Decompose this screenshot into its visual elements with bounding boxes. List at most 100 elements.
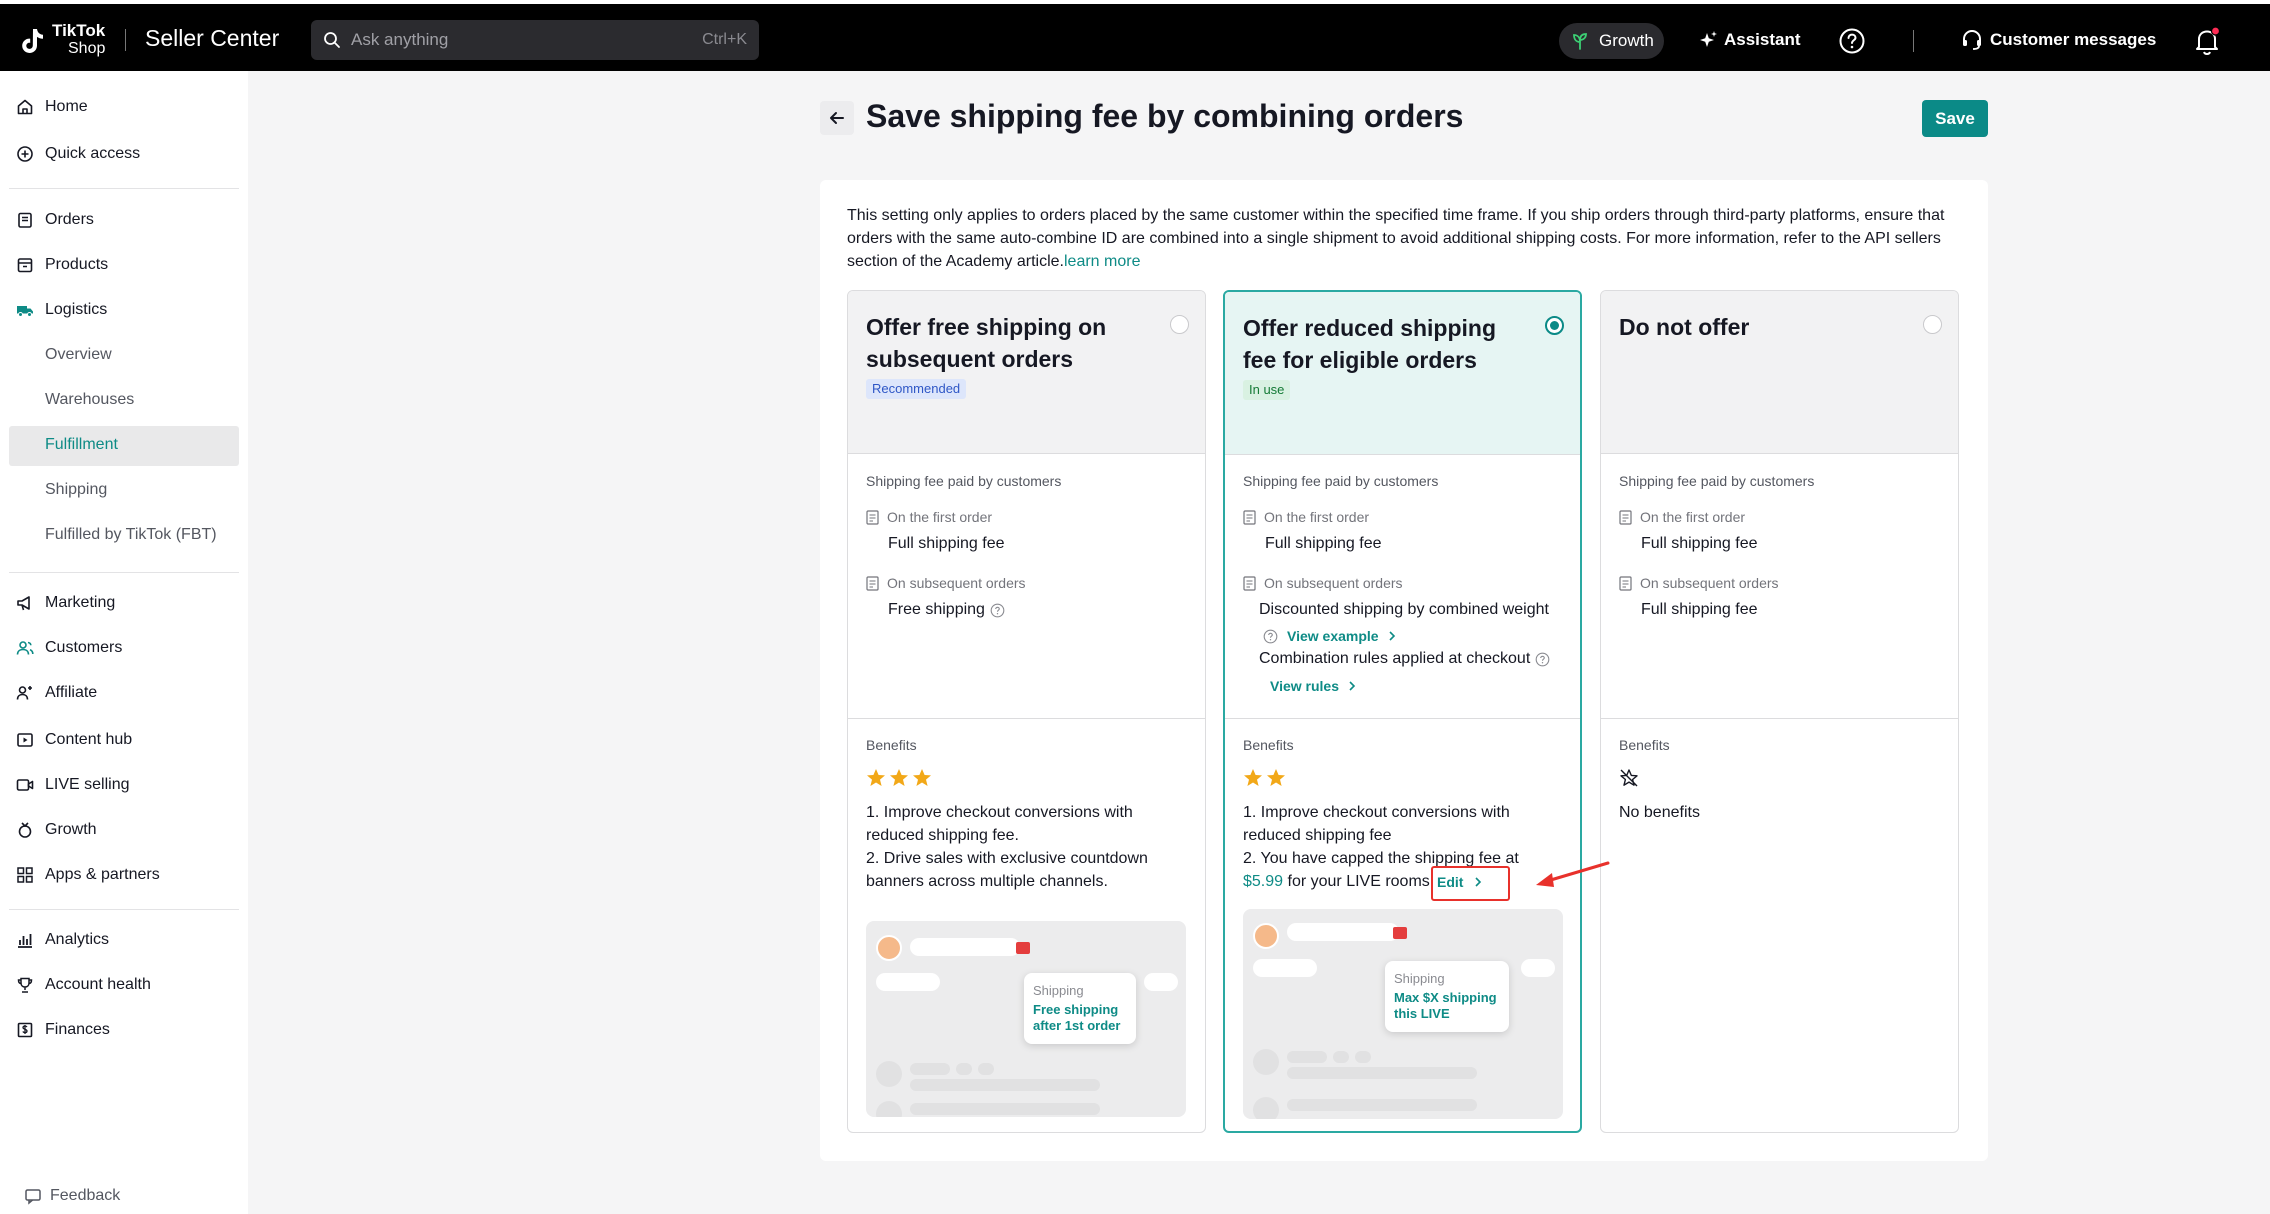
back-button[interactable] [820,101,854,135]
card-divider [848,718,1205,719]
benefit-1: 1. Improve checkout conversions with red… [866,804,1133,844]
help-icon[interactable] [1838,27,1866,55]
sidebar-item-products[interactable]: Products [16,249,108,281]
search-box[interactable]: Ctrl+K [311,20,759,60]
bell-icon[interactable] [2193,26,2221,56]
analytics-icon [18,934,32,948]
growth-button[interactable]: Growth [1559,23,1664,59]
tiktok-shop-logo[interactable]: TikTok Shop [16,22,124,60]
finances-icon [17,1022,33,1038]
benefit-2: 2. Drive sales with exclusive countdown … [866,850,1148,890]
question-circle-icon[interactable] [990,603,1005,618]
sidebar-sub-fbt[interactable]: Fulfilled by TikTok (FBT) [45,526,217,544]
document-icon [1243,575,1256,591]
option-radio[interactable] [1170,315,1189,334]
option-card-reduced-shipping[interactable]: Offer reduced shipping fee for eligible … [1223,290,1582,1133]
customers-icon [16,641,34,655]
question-circle-icon[interactable] [1535,652,1550,667]
popup-text: Max $X shipping this LIVE [1394,990,1497,1021]
sidebar-item-orders[interactable]: Orders [16,204,94,236]
sidebar-item-affiliate[interactable]: Affiliate [16,677,97,709]
option-radio-selected[interactable] [1545,316,1564,335]
preview-line [910,1079,1100,1091]
subsequent-order-value-text: Free shipping [888,601,985,618]
sidebar-item-marketing[interactable]: Marketing [16,587,115,619]
star-icon [890,769,908,786]
star-icon [1244,769,1262,786]
first-order-text: On the first order [887,509,993,525]
chevron-right-icon [1475,877,1482,887]
trophy-icon [17,977,33,993]
card-header: Offer free shipping on subsequent orders… [848,291,1205,454]
affiliate-icon [16,686,32,700]
first-order-value: Full shipping fee [888,535,1005,552]
sidebar-item-label: Customers [45,639,123,656]
fee-label: Shipping fee paid by customers [1243,473,1439,489]
preview-bar [876,973,940,991]
sidebar: Home Quick access Orders Products Logist… [0,71,248,1214]
option-card-do-not-offer[interactable]: Do not offer Shipping fee paid by custom… [1600,290,1959,1133]
sidebar-item-label: Growth [45,821,97,838]
chevron-right-icon [1349,681,1356,691]
edit-label: Edit [1437,874,1464,890]
live-preview-image: Shipping Max $X shipping this LIVE [1243,909,1563,1119]
view-example-link[interactable]: View example [1263,628,1399,644]
edit-link[interactable]: Edit [1437,874,1485,890]
shipping-popup: Shipping Free shipping after 1st order [1024,973,1136,1044]
sidebar-sub-shipping[interactable]: Shipping [45,481,107,499]
app-title[interactable]: Seller Center [145,25,279,52]
benefit-2a: 2. You have capped the shipping fee at [1243,850,1519,867]
first-order-label: On the first order [866,509,992,525]
sidebar-item-label: Content hub [45,731,133,748]
sidebar-item-logistics[interactable]: Logistics [16,294,107,326]
benefit-stars [866,768,932,788]
sidebar-sub-warehouses[interactable]: Warehouses [45,391,134,409]
option-radio[interactable] [1923,315,1942,334]
document-icon [866,575,879,591]
first-order-text: On the first order [1640,509,1746,525]
sidebar-item-customers[interactable]: Customers [16,632,122,664]
brand-line1: TikTok [52,21,106,40]
combination-rules-label: Combination rules applied at checkout [1259,650,1531,667]
sidebar-item-home[interactable]: Home [16,91,88,123]
sidebar-item-label: Account health [45,976,151,993]
view-rules-link[interactable]: View rules [1270,678,1359,694]
save-button[interactable]: Save [1922,100,1988,137]
sidebar-item-label: Finances [45,1021,110,1038]
sidebar-item-label: Quick access [45,145,141,162]
search-input[interactable] [351,20,671,60]
sidebar-item-quick-access[interactable]: Quick access [16,138,140,170]
combination-rules-text: Combination rules applied at checkout [1259,650,1550,668]
popup-title: Shipping [1394,971,1445,986]
feedback-button[interactable]: Feedback [24,1187,120,1205]
preview-bar [1287,923,1399,941]
benefits-label: Benefits [866,737,917,753]
home-icon [17,99,33,115]
top-bar: TikTok Shop Seller Center Ctrl+K Growth … [0,0,2270,71]
sidebar-item-finances[interactable]: Finances [16,1014,110,1046]
sidebar-item-label: Marketing [45,594,116,611]
sidebar-item-growth[interactable]: Growth [16,814,97,846]
preview-bar [1144,973,1178,991]
preview-line [1287,1099,1477,1111]
logistics-icon [17,306,33,317]
learn-more-link[interactable]: learn more [1064,253,1140,270]
first-order-text: On the first order [1264,509,1370,525]
sidebar-sub-overview[interactable]: Overview [45,346,112,364]
sidebar-item-label: Logistics [45,301,108,318]
feedback-label: Feedback [50,1187,121,1204]
sidebar-item-analytics[interactable]: Analytics [16,924,109,956]
sidebar-item-apps-partners[interactable]: Apps & partners [16,859,160,891]
sidebar-sub-fulfillment[interactable] [9,426,239,466]
sidebar-item-live-selling[interactable]: LIVE selling [16,769,130,801]
sidebar-sub-fulfillment-label: Fulfillment [45,436,118,453]
sidebar-item-content-hub[interactable]: Content hub [16,724,132,756]
sidebar-item-account-health[interactable]: Account health [16,969,151,1001]
sparkle-icon [1700,31,1717,47]
question-circle-icon [1263,629,1278,643]
live-badge-icon [1393,927,1407,939]
subsequent-order-text: On subsequent orders [1264,575,1403,591]
option-card-free-shipping[interactable]: Offer free shipping on subsequent orders… [847,290,1206,1133]
sidebar-divider [9,188,239,189]
growth-leaf-icon [1573,33,1587,50]
